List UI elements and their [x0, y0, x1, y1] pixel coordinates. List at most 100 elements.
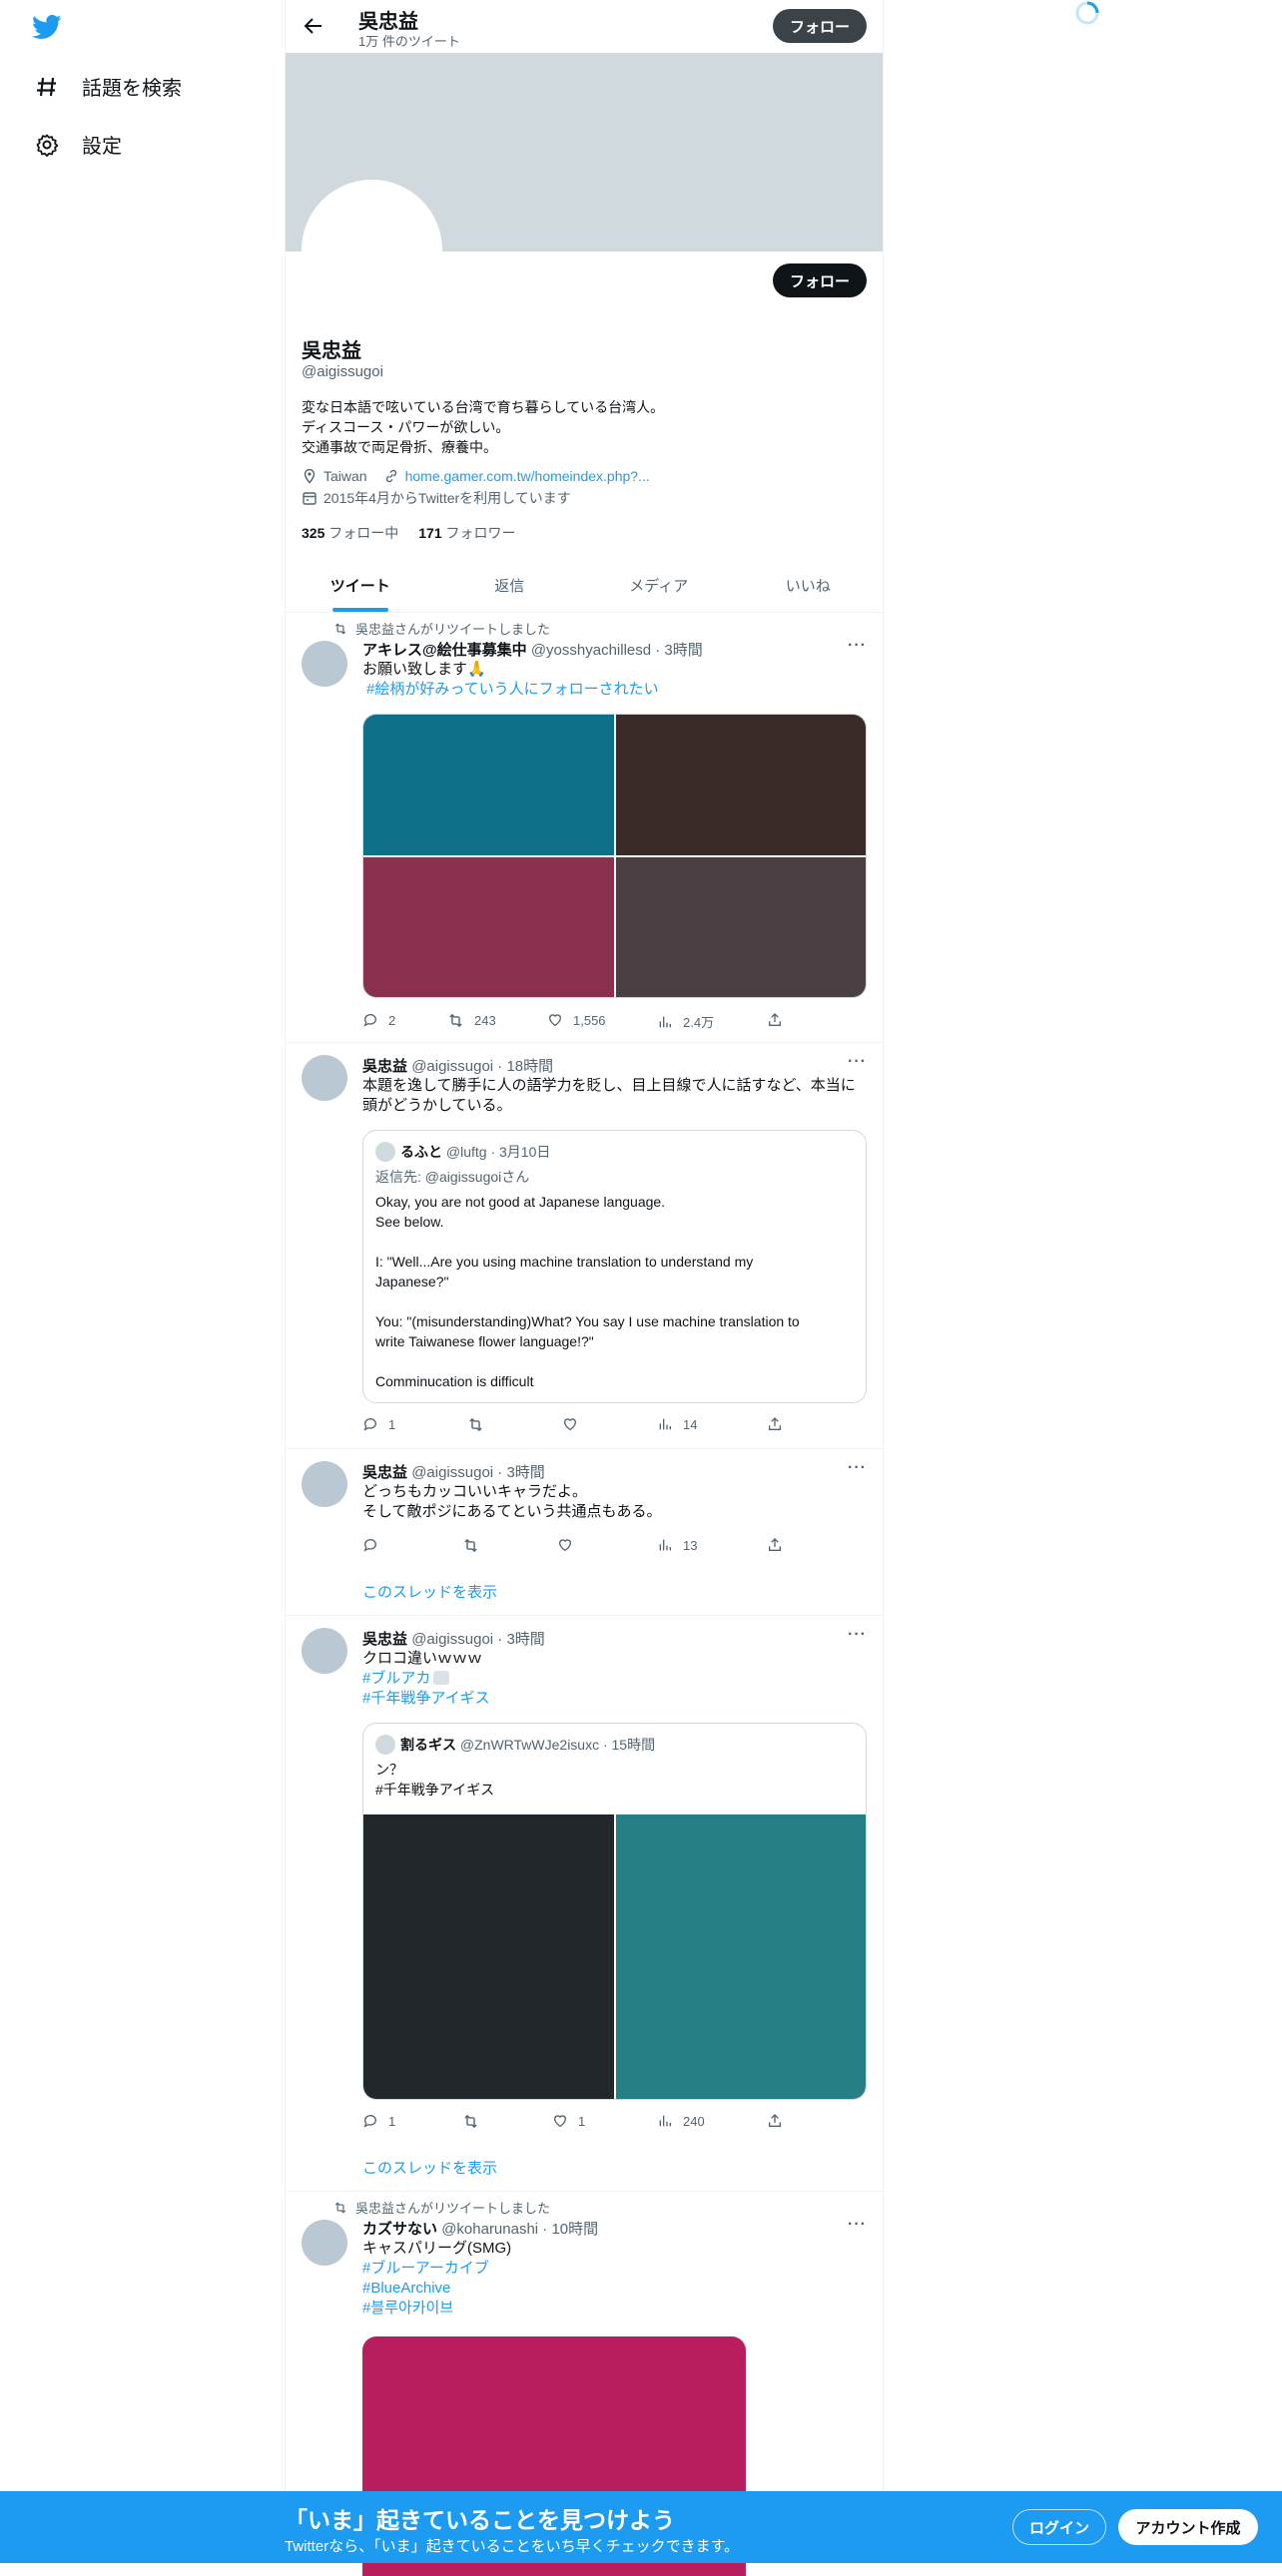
tweet-text-line: クロコ違いｗｗｗ	[362, 1650, 483, 1667]
reply-button[interactable]: 2	[362, 1012, 395, 1028]
views-button[interactable]: 13	[657, 1537, 697, 1553]
login-button[interactable]: ログイン	[1012, 2509, 1106, 2545]
more-options-icon[interactable]: ···	[848, 637, 867, 655]
hashtag-link[interactable]: #千年戦争アイギス	[362, 1690, 490, 1707]
author-name[interactable]: 吳忠益	[362, 1464, 407, 1481]
retweet-icon	[464, 2114, 477, 2129]
tab-replies[interactable]: 返信	[435, 559, 585, 612]
reply-button[interactable]	[362, 1537, 378, 1553]
nav-item-settings[interactable]: 設定	[34, 130, 122, 159]
retweet-indicator: 吳忠益さんがリツイートしました	[333, 619, 550, 638]
profile-avatar[interactable]	[302, 180, 442, 320]
more-options-icon[interactable]: ···	[848, 1459, 867, 1477]
tweet-text-line: キャスパリーグ(SMG)	[362, 2240, 512, 2257]
tweet-text-line: お願い致します🙏	[362, 661, 486, 678]
share-button[interactable]	[767, 2113, 783, 2129]
avatar[interactable]	[302, 2220, 347, 2266]
share-button[interactable]	[767, 1537, 783, 1553]
author-name[interactable]: 吳忠益	[362, 1631, 407, 1648]
author-name[interactable]: アキレス@絵仕事募集中	[362, 642, 527, 659]
twitter-logo-icon[interactable]	[32, 12, 62, 42]
reply-to-handle: @aigissugoi	[424, 1169, 502, 1185]
author-name[interactable]: カズサない	[362, 2221, 437, 2238]
media-image[interactable]	[363, 1814, 614, 2099]
header-profile-name: 吳忠益	[358, 11, 418, 33]
views-chart-icon	[659, 2115, 671, 2127]
like-button[interactable]	[557, 1537, 573, 1553]
like-count: 1,556	[573, 1012, 606, 1028]
views-button[interactable]: 14	[657, 1416, 697, 1432]
like-button[interactable]: 1	[552, 2113, 585, 2129]
tweet[interactable]: 吳忠益 @aigissugoi · 18時間 ··· 本題を逸して勝手に人の語学…	[286, 1043, 883, 1449]
nav-item-label: 話題を検索	[82, 78, 182, 100]
tweet[interactable]: 吳忠益 @aigissugoi · 3時間 ··· どっちもカッコいいキャラだよ…	[286, 1449, 883, 1616]
share-button[interactable]	[767, 1416, 783, 1432]
views-count: 14	[683, 1416, 698, 1432]
more-options-icon[interactable]: ···	[848, 2216, 867, 2234]
header-follow-button[interactable]: フォロー	[773, 9, 867, 43]
media-image[interactable]	[363, 715, 614, 855]
hashtag-icon	[34, 74, 60, 100]
views-button[interactable]: 2.4万	[657, 1012, 714, 1031]
quote-tweet[interactable]: 割るギス @ZnWRTwWJe2isuxc · 15時間 ン？ #千年戦争アイギ…	[362, 1723, 867, 2100]
tab-tweets[interactable]: ツイート	[286, 559, 435, 612]
media-image[interactable]	[615, 856, 866, 997]
nav-item-explore[interactable]: 話題を検索	[34, 72, 182, 101]
tweet-text: どっちもカッコいいキャラだよ。 そして敵ポジにあるてという共通点もある。	[362, 1482, 867, 1522]
show-thread-link[interactable]: このスレッドを表示	[362, 1581, 497, 1602]
retweet-button[interactable]	[467, 1416, 484, 1433]
tweet[interactable]: 吳忠益 @aigissugoi · 3時間 ··· クロコ違いｗｗｗ #ブルアカ…	[286, 1616, 883, 2192]
profile-url-link[interactable]: home.gamer.com.tw/homeindex.php?...	[405, 468, 650, 484]
avatar[interactable]	[302, 1055, 347, 1101]
more-options-icon[interactable]: ···	[848, 1053, 867, 1071]
author-name[interactable]: 吳忠益	[362, 1058, 407, 1075]
quote-reply-to: 返信先: @aigissugoiさん	[375, 1167, 529, 1187]
views-button[interactable]: 240	[657, 2113, 705, 2129]
avatar[interactable]	[302, 1628, 347, 1674]
like-button[interactable]: 1,556	[547, 1012, 606, 1028]
signup-button[interactable]: アカウント作成	[1118, 2509, 1258, 2545]
avatar[interactable]	[302, 641, 347, 687]
retweet-button[interactable]	[462, 2113, 479, 2130]
tweet-header: カズサない @koharunashi · 10時間	[362, 2218, 598, 2239]
retweet-button[interactable]: 243	[447, 1012, 496, 1029]
hashtag-link[interactable]: #絵柄が好みっていう人にフォローされたい	[366, 681, 659, 698]
tweet-media-grid[interactable]	[362, 714, 867, 998]
tweet-header: 吳忠益 @aigissugoi · 3時間	[362, 1628, 545, 1649]
back-button[interactable]	[296, 8, 331, 44]
retweet-button[interactable]	[462, 1537, 479, 1554]
nav-item-label: 設定	[82, 136, 122, 158]
reply-button[interactable]: 1	[362, 1416, 395, 1432]
follow-button[interactable]: フォロー	[773, 263, 867, 297]
hashtag-link[interactable]: #ブルアカ	[362, 1670, 430, 1687]
followers-link[interactable]: 171 フォロワー	[418, 523, 515, 543]
following-link[interactable]: 325 フォロー中	[302, 523, 398, 543]
signup-prompt-subtitle: Twitterなら、「いま」起きていることをいち早くチェックできます。	[285, 2538, 740, 2555]
profile-joined: 2015年4月からTwitterを利用しています	[323, 490, 571, 506]
tweet[interactable]: 吳忠益さんがリツイートしました アキレス@絵仕事募集中 @yosshyachil…	[286, 613, 883, 1043]
media-image[interactable]	[363, 856, 614, 997]
share-button[interactable]	[767, 1012, 783, 1028]
profile-name: 吳忠益	[302, 340, 361, 362]
reply-icon	[363, 2115, 376, 2128]
tweet-header: アキレス@絵仕事募集中 @yosshyachillesd · 3時間	[362, 639, 703, 660]
more-options-icon[interactable]: ···	[848, 1626, 867, 1644]
hashtag-link[interactable]: #ブルーアーカイブ	[362, 2260, 489, 2277]
media-image[interactable]	[615, 1814, 866, 2099]
media-image[interactable]	[615, 715, 866, 855]
retweet-icon	[334, 623, 346, 634]
signup-prompt-title: 「いま」起きていることを見つけよう	[285, 2507, 675, 2533]
reply-button[interactable]: 1	[362, 2113, 395, 2129]
hashtag-link[interactable]: #BlueArchive	[362, 2280, 450, 2297]
show-thread-link[interactable]: このスレッドを表示	[362, 2157, 497, 2178]
quote-text-line: You: "(misunderstanding)What? You say I …	[375, 1313, 800, 1329]
quote-text-line: #千年戦争アイギス	[375, 1782, 495, 1798]
hashtag-link[interactable]: #블루아카이브	[362, 2300, 453, 2317]
like-button[interactable]	[562, 1416, 578, 1432]
tab-media[interactable]: メディア	[584, 559, 734, 612]
quote-tweet[interactable]: るふと @luftg · 3月10日 返信先: @aigissugoiさん Ok…	[362, 1130, 867, 1403]
quote-media-grid[interactable]	[363, 1814, 866, 2099]
avatar[interactable]	[302, 1461, 347, 1507]
quote-text: ン？ #千年戦争アイギス	[375, 1760, 494, 1800]
tab-likes[interactable]: いいね	[734, 559, 884, 612]
